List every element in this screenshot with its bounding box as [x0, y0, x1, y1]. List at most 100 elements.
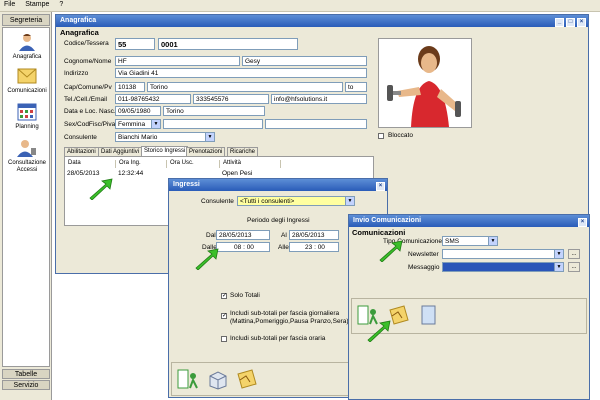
envelope-icon: [17, 68, 37, 84]
sidebar-item-comunicazioni[interactable]: Comunicazioni: [3, 66, 51, 95]
dalle-time-field[interactable]: 08 : 00: [216, 242, 270, 252]
cap-field[interactable]: 10138: [115, 82, 145, 92]
cognome-label: Cognome/Nome: [64, 58, 112, 65]
table-cell-ora-ingresso[interactable]: 12:32:44: [118, 170, 143, 177]
partita-iva-field[interactable]: [265, 119, 367, 129]
tab-ricariche[interactable]: Ricariche: [227, 147, 259, 156]
column-header-data[interactable]: Data: [66, 160, 116, 168]
tab-abilitazioni[interactable]: Abilitazioni: [64, 147, 99, 156]
table-cell-attivita[interactable]: Open Pesi: [222, 170, 252, 177]
comune-field[interactable]: Torino: [147, 82, 343, 92]
telefono-field[interactable]: 011-98765432: [115, 94, 191, 104]
codice-fiscale-field[interactable]: [163, 119, 263, 129]
codice-label: Codice/Tessera: [64, 40, 109, 47]
codice-field[interactable]: 55: [115, 38, 155, 50]
column-header-attivita[interactable]: Attività: [221, 160, 281, 168]
print-icon[interactable]: [206, 368, 230, 390]
al-date-field[interactable]: 28/05/2013: [289, 230, 339, 240]
luogo-nascita-field[interactable]: Torino: [163, 106, 265, 116]
sidebar-header[interactable]: Segreteria: [2, 14, 50, 26]
chevron-down-icon[interactable]: ▼: [205, 133, 214, 141]
close-icon[interactable]: ×: [376, 182, 385, 191]
document-icon[interactable]: [416, 304, 440, 326]
exit-door-icon[interactable]: [176, 368, 200, 390]
pointer-arrow-icon: [379, 240, 403, 262]
person-photo-icon: [387, 46, 461, 127]
messaggio-combo[interactable]: ▼: [442, 262, 564, 272]
table-cell-data[interactable]: 28/05/2013: [67, 170, 100, 177]
al-label: Al: [281, 232, 287, 239]
chevron-down-icon[interactable]: ▼: [554, 263, 563, 271]
sidebar-item-label: Comunicazioni: [7, 88, 47, 94]
messaggio-label: Messaggio: [408, 264, 440, 271]
anagrafica-titlebar: Anagrafica _ □ ×: [56, 15, 588, 27]
sidebar-item-consultazione-accessi[interactable]: Consultazione Accessi: [3, 138, 51, 174]
subtotali-oraria-checkbox[interactable]: [221, 336, 227, 342]
cognome-field[interactable]: HF: [115, 56, 240, 66]
solo-totali-checkbox[interactable]: ✓: [221, 293, 227, 299]
sidebar-item-label: Anagrafica: [12, 54, 42, 60]
sidebar-servizio[interactable]: Servizio: [2, 380, 50, 390]
newsletter-browse-button[interactable]: ...: [568, 249, 580, 259]
tab-prenotazioni[interactable]: Prenotazioni: [186, 147, 226, 156]
window-title: Anagrafica: [60, 17, 97, 24]
sesso-combo[interactable]: Femmina ▼: [115, 119, 161, 129]
alle-time-field[interactable]: 23 : 00: [289, 242, 339, 252]
solo-totali-label: Solo Totali: [230, 292, 260, 299]
sidebar-tabelle[interactable]: Tabelle: [2, 369, 50, 379]
sidebar-item-planning[interactable]: Planning: [3, 102, 51, 131]
execute-icon[interactable]: [234, 368, 258, 390]
cap-label: Cap/Comune/Pv: [64, 84, 112, 91]
tessera-field[interactable]: 0001: [158, 38, 298, 50]
chevron-down-icon[interactable]: ▼: [151, 120, 160, 128]
cellulare-field[interactable]: 333545576: [193, 94, 269, 104]
data-nascita-field[interactable]: 09/05/1980: [115, 106, 161, 116]
user-key-icon: [17, 140, 36, 157]
member-photo: [378, 38, 472, 128]
tipo-comunicazione-combo[interactable]: SMS ▼: [442, 236, 498, 246]
dal-date-field[interactable]: 28/05/2013: [216, 230, 270, 240]
dialog-controls: ×: [374, 180, 385, 192]
window-controls: _ □ ×: [553, 16, 586, 28]
minimize-icon[interactable]: _: [555, 18, 564, 27]
pointer-arrow-icon: [89, 178, 113, 200]
ingressi-consulente-combo[interactable]: <Tutti i consulenti> ▼: [237, 196, 355, 206]
nascita-label: Data e Loc. Nasc.: [64, 108, 116, 115]
menu-file[interactable]: File: [0, 0, 19, 9]
dialog-title: Ingressi: [173, 181, 200, 188]
comunicazioni-section-title: Comunicazioni: [352, 228, 406, 237]
bloccato-checkbox[interactable]: [378, 133, 384, 139]
maximize-icon[interactable]: □: [566, 18, 575, 27]
tab-dati-aggiuntivi[interactable]: Dati Aggiuntivi: [98, 147, 143, 156]
indirizzo-field[interactable]: Via Giadini 41: [115, 68, 367, 78]
periodo-label: Periodo degli Ingressi: [247, 217, 310, 224]
pointer-arrow-icon: [195, 248, 219, 270]
close-icon[interactable]: ×: [578, 218, 587, 227]
column-header-ora-ingresso[interactable]: Ora Ing.: [117, 160, 167, 168]
subtotali-oraria-label: Includi sub-totali per fascia oraria: [230, 335, 326, 342]
newsletter-combo[interactable]: ▼: [442, 249, 564, 259]
sidebar-item-anagrafica[interactable]: Anagrafica: [3, 32, 51, 61]
chevron-down-icon[interactable]: ▼: [345, 197, 354, 205]
pointer-arrow-icon: [367, 320, 391, 342]
consulente-combo[interactable]: Bianchi Mario ▼: [115, 132, 215, 142]
menu-stampe[interactable]: Stampe: [21, 0, 53, 9]
provincia-field[interactable]: to: [345, 82, 367, 92]
sidebar-item-label: Planning: [15, 124, 39, 130]
ingressi-titlebar: Ingressi ×: [169, 179, 387, 191]
indirizzo-label: Indirizzo: [64, 70, 89, 77]
menu-help[interactable]: ?: [55, 0, 67, 9]
ingressi-consulente-label: Consulente: [201, 198, 234, 205]
messaggio-browse-button[interactable]: ...: [568, 262, 580, 272]
chevron-down-icon[interactable]: ▼: [554, 250, 563, 258]
chevron-down-icon[interactable]: ▼: [488, 237, 497, 245]
consulente-value: Bianchi Mario: [118, 134, 158, 141]
column-header-ora-uscita[interactable]: Ora Usc.: [168, 160, 220, 168]
email-field[interactable]: info@hfsolutions.it: [271, 94, 367, 104]
close-icon[interactable]: ×: [577, 18, 586, 27]
comunicazioni-titlebar: Invio Comunicazioni ×: [349, 215, 589, 227]
nome-field[interactable]: Gesy: [242, 56, 367, 66]
tab-storico-ingressi[interactable]: Storico Ingressi: [141, 146, 189, 156]
subtotali-fascia-checkbox[interactable]: ✓: [221, 313, 227, 319]
menu-bar: File Stampe ?: [0, 0, 600, 12]
